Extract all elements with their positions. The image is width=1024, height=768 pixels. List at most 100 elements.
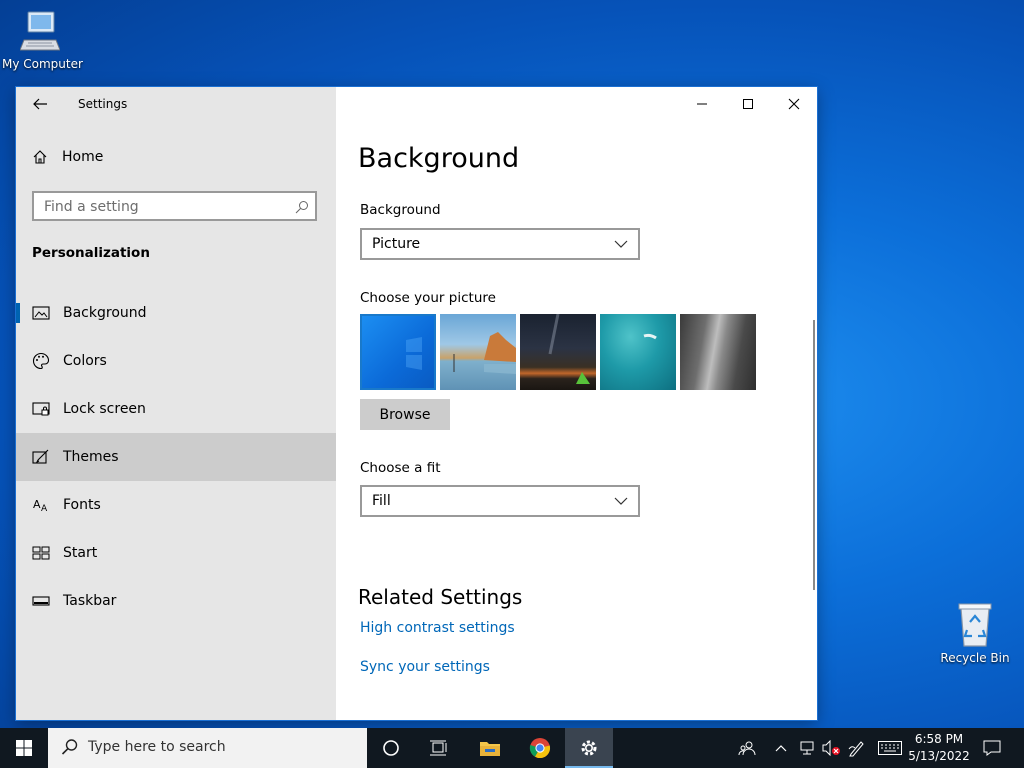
sidebar-item-label: Start: [63, 545, 98, 561]
search-icon: [295, 201, 308, 214]
scrollbar[interactable]: [813, 320, 815, 590]
taskbar-icon: [32, 596, 50, 606]
tent-image: [548, 314, 590, 384]
window-controls: [679, 87, 817, 121]
section-title: Personalization: [32, 245, 150, 261]
back-arrow-icon: [33, 98, 47, 110]
start-button[interactable]: [0, 728, 48, 768]
sidebar-item-label: Lock screen: [63, 401, 146, 417]
recycle-bin-shortcut[interactable]: Recycle Bin: [940, 600, 1010, 665]
chevron-up-icon: [775, 745, 787, 752]
sidebar-item-label: Background: [63, 305, 147, 321]
chevron-down-icon: [614, 497, 628, 505]
lock-screen-icon: [32, 402, 50, 416]
sidebar-item-lock-screen[interactable]: Lock screen: [16, 385, 336, 433]
minimize-icon: [697, 103, 707, 105]
gear-icon: [581, 740, 597, 756]
volume-muted-icon: [822, 740, 840, 756]
keyboard-icon: [878, 741, 902, 755]
fit-dropdown[interactable]: Fill: [360, 485, 640, 517]
settings-sidebar: Settings Home Find a setting Personaliza…: [16, 87, 336, 720]
picture-thumbnail-night-sky[interactable]: [520, 314, 596, 390]
network-icon: [800, 741, 814, 755]
settings-content: Background Background Picture Choose you…: [336, 87, 817, 720]
clock-date: 5/13/2022: [908, 749, 970, 763]
picture-thumbnails: [360, 314, 756, 390]
home-nav-item[interactable]: Home: [32, 149, 103, 165]
folder-icon: [480, 742, 500, 756]
chrome-button[interactable]: [516, 728, 564, 768]
notification-icon: [983, 740, 1001, 756]
maximize-button[interactable]: [725, 87, 771, 121]
recycle-bin-label: Recycle Bin: [940, 651, 1010, 665]
sidebar-item-background[interactable]: Background: [16, 289, 336, 337]
file-explorer-button[interactable]: [466, 728, 514, 768]
people-button[interactable]: [734, 728, 760, 768]
pen-workspace-button[interactable]: [846, 728, 868, 768]
find-setting-input[interactable]: Find a setting: [32, 191, 317, 221]
picture-icon: [32, 306, 50, 320]
sidebar-item-label: Taskbar: [63, 593, 117, 609]
home-label: Home: [62, 149, 104, 165]
windows-logo-icon: [16, 740, 32, 756]
fonts-icon: AA: [33, 498, 48, 514]
back-button[interactable]: [32, 96, 52, 116]
page-title: Background: [358, 143, 520, 174]
volume-button[interactable]: [820, 728, 842, 768]
palette-icon: [33, 352, 50, 370]
sidebar-item-label: Fonts: [63, 497, 101, 513]
maximize-icon: [743, 99, 753, 109]
taskbar: Type here to search 6:58 PM 5/13/2022: [0, 728, 1024, 768]
start-icon: [32, 546, 50, 560]
themes-icon: [32, 449, 49, 464]
sidebar-nav: Background Colors Lock screen Themes AA …: [16, 289, 336, 625]
my-computer-label: My Computer: [2, 57, 83, 71]
minimize-button[interactable]: [679, 87, 725, 121]
sidebar-item-colors[interactable]: Colors: [16, 337, 336, 385]
computer-icon: [19, 11, 61, 51]
clock-time: 6:58 PM: [914, 732, 964, 746]
browse-button[interactable]: Browse: [360, 399, 450, 430]
picture-thumbnail-beach[interactable]: [440, 314, 516, 390]
touch-keyboard-button[interactable]: [876, 728, 904, 768]
close-button[interactable]: [771, 87, 817, 121]
sidebar-item-start[interactable]: Start: [16, 529, 336, 577]
settings-taskbar-button[interactable]: [565, 728, 613, 768]
home-icon: [33, 150, 47, 164]
sidebar-item-taskbar[interactable]: Taskbar: [16, 577, 336, 625]
windows-logo-icon: [406, 337, 422, 370]
high-contrast-link[interactable]: High contrast settings: [360, 620, 515, 636]
cortana-icon: [383, 740, 399, 756]
pen-icon: [848, 741, 864, 757]
clock[interactable]: 6:58 PM 5/13/2022: [905, 731, 973, 765]
task-view-button[interactable]: [415, 728, 463, 768]
settings-window: Settings Home Find a setting Personaliza…: [16, 87, 817, 720]
action-center-button[interactable]: [978, 728, 1006, 768]
background-dropdown-value: Picture: [372, 236, 421, 252]
svg-text:A: A: [41, 504, 48, 514]
beach-rock-image: [453, 332, 516, 374]
people-icon: [738, 741, 756, 756]
picture-thumbnail-windows[interactable]: [360, 314, 436, 390]
recycle-bin-icon: [958, 603, 992, 647]
background-label: Background: [360, 202, 441, 218]
fit-dropdown-value: Fill: [372, 493, 391, 509]
sidebar-item-label: Colors: [63, 353, 107, 369]
taskbar-search-box[interactable]: Type here to search: [48, 728, 367, 768]
search-icon: [61, 739, 78, 755]
cortana-button[interactable]: [367, 728, 415, 768]
sidebar-item-themes[interactable]: Themes: [16, 433, 336, 481]
my-computer-shortcut[interactable]: My Computer: [2, 10, 83, 71]
close-icon: [788, 98, 800, 110]
picture-thumbnail-underwater[interactable]: [600, 314, 676, 390]
svg-text:A: A: [33, 498, 41, 511]
picture-thumbnail-rock[interactable]: [680, 314, 756, 390]
taskbar-search-placeholder: Type here to search: [88, 739, 226, 755]
sidebar-item-label: Themes: [63, 449, 119, 465]
network-button[interactable]: [796, 728, 818, 768]
show-hidden-icons-button[interactable]: [772, 728, 790, 768]
sidebar-item-fonts[interactable]: AA Fonts: [16, 481, 336, 529]
background-dropdown[interactable]: Picture: [360, 228, 640, 260]
sync-settings-link[interactable]: Sync your settings: [360, 659, 490, 675]
swimmer-image: [643, 333, 657, 340]
